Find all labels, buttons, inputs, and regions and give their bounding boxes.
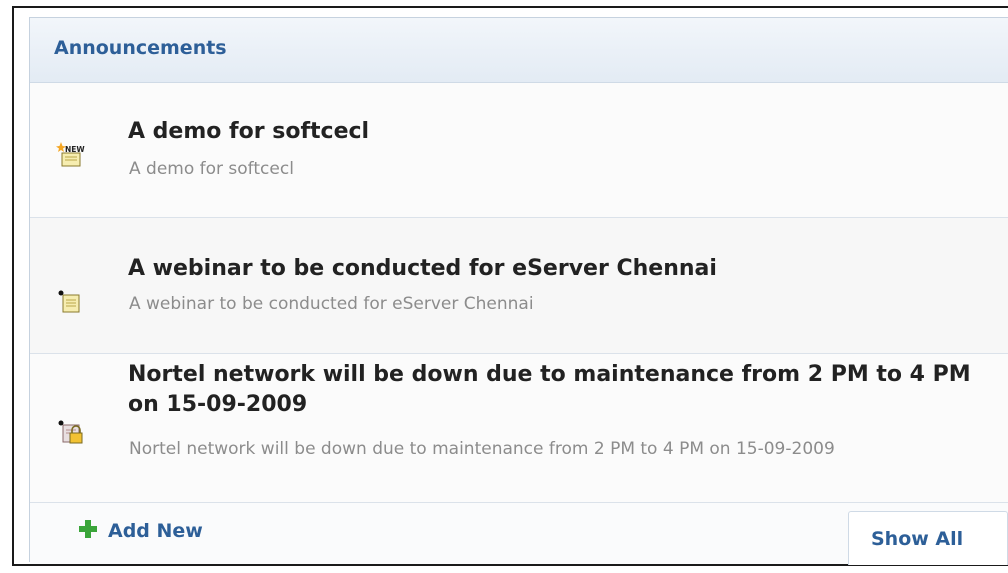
panel-footer: Add New Show All xyxy=(30,502,1008,565)
announcement-title[interactable]: A demo for softcecl xyxy=(128,117,369,147)
announcement-item[interactable]: Nortel network will be down due to maint… xyxy=(30,354,1008,502)
announcements-panel: Announcements NEW A demo for softcecl A … xyxy=(29,17,1008,565)
announcement-title[interactable]: A webinar to be conducted for eServer Ch… xyxy=(128,254,717,284)
announcement-item[interactable]: NEW A demo for softcecl A demo for softc… xyxy=(30,83,1008,218)
show-all-label[interactable]: Show All xyxy=(871,528,963,550)
announcement-description: A demo for softcecl xyxy=(129,159,294,179)
announcement-note-icon xyxy=(56,288,86,316)
add-new-link[interactable]: Add New xyxy=(78,517,203,545)
add-new-label[interactable]: Add New xyxy=(108,520,203,542)
show-all-button[interactable]: Show All xyxy=(848,511,1008,565)
locked-announcement-icon xyxy=(56,418,86,446)
announcement-description: A webinar to be conducted for eServer Ch… xyxy=(129,294,534,314)
announcement-description: Nortel network will be down due to maint… xyxy=(129,439,835,459)
announcement-item[interactable]: A webinar to be conducted for eServer Ch… xyxy=(30,218,1008,354)
announcement-title[interactable]: Nortel network will be down due to maint… xyxy=(128,360,979,420)
panel-title: Announcements xyxy=(54,37,227,59)
new-announcement-icon: NEW xyxy=(56,140,86,168)
svg-text:NEW: NEW xyxy=(65,145,85,154)
panel-header: Announcements xyxy=(30,18,1008,83)
plus-icon xyxy=(78,519,98,544)
